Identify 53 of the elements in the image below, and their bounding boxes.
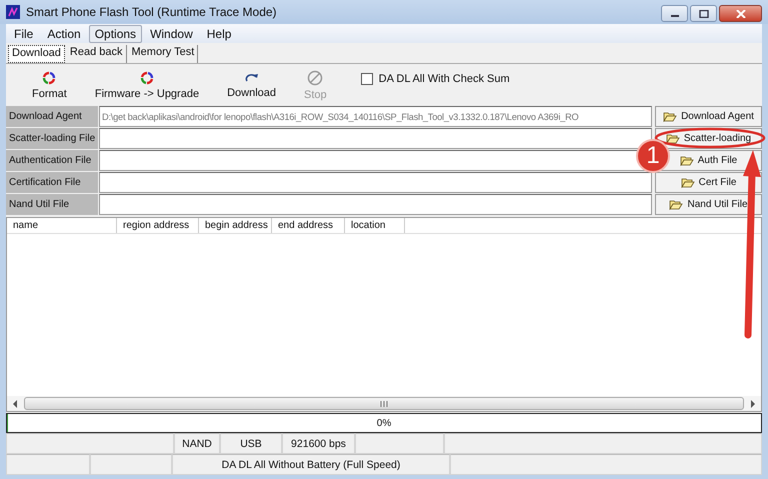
window-title: Smart Phone Flash Tool (Runtime Trace Mode) — [26, 5, 278, 19]
menu-item[interactable]: Action — [41, 24, 87, 42]
menu-item[interactable]: Window — [144, 24, 199, 42]
tab[interactable]: Download — [8, 45, 65, 63]
file-path-field[interactable]: D:\get back\aplikasi\android\for lenopo\flash\A316i_ROW_S034_140116\SP_Flash_Tool_v3.1332.0.187\Lenovo A369i_RO — [99, 106, 652, 127]
field-label: Authentication File — [6, 150, 98, 171]
close-button[interactable] — [719, 5, 762, 22]
checksum-checkbox[interactable]: DA DL All With Check Sum — [360, 73, 510, 85]
browse-button[interactable]: Cert File — [655, 172, 762, 193]
browse-button[interactable]: Download Agent — [655, 106, 762, 127]
horizontal-scrollbar[interactable] — [7, 396, 761, 411]
menu-item[interactable]: File — [8, 24, 40, 42]
stop-icon — [307, 70, 324, 86]
column-header[interactable]: begin address — [199, 218, 272, 233]
file-path-field[interactable] — [99, 194, 652, 215]
close-icon — [736, 10, 746, 18]
cycle-arrows-icon — [42, 70, 56, 84]
status-cell: DA DL All Without Battery (Full Speed) — [172, 454, 450, 475]
field-label: Nand Util File — [6, 194, 98, 215]
column-header[interactable]: name — [7, 218, 117, 233]
redo-arrow-icon — [244, 72, 259, 84]
column-header[interactable]: location — [345, 218, 405, 233]
folder-icon — [680, 156, 694, 166]
status-cell: USB — [220, 433, 282, 454]
status-cell: NAND — [174, 433, 220, 454]
column-header[interactable]: end address — [272, 218, 345, 233]
cycle-arrows-icon — [140, 70, 154, 84]
field-label: Certification File — [6, 172, 98, 193]
browse-button[interactable]: Nand Util File — [655, 194, 762, 215]
right-arrow-icon — [750, 400, 756, 408]
minimize-button[interactable] — [661, 5, 688, 22]
menu-item[interactable]: Help — [200, 24, 238, 42]
tab[interactable]: Read back — [66, 45, 127, 63]
folder-icon — [666, 134, 680, 144]
column-header[interactable]: region address — [117, 218, 199, 233]
grip-icon — [380, 400, 388, 406]
field-label: Download Agent — [6, 106, 98, 127]
maximize-icon — [698, 10, 708, 18]
maximize-button[interactable] — [690, 5, 717, 22]
status-cell: 921600 bps — [282, 433, 355, 454]
menu-item[interactable]: Options — [88, 24, 142, 42]
tab[interactable]: Memory Test — [128, 45, 198, 63]
app-icon — [6, 5, 20, 19]
field-label: Scatter-loading File — [6, 128, 98, 149]
folder-icon — [669, 200, 684, 210]
folder-icon — [680, 178, 695, 188]
file-path-field[interactable] — [99, 172, 652, 193]
left-arrow-icon — [12, 400, 18, 408]
toolbar-button[interactable]: Download — [213, 72, 290, 98]
toolbar-button[interactable]: Format — [18, 70, 81, 100]
toolbar-button[interactable]: Firmware -> Upgrade — [80, 70, 214, 100]
folder-icon — [663, 112, 678, 122]
progress-label: 0% — [376, 418, 392, 428]
